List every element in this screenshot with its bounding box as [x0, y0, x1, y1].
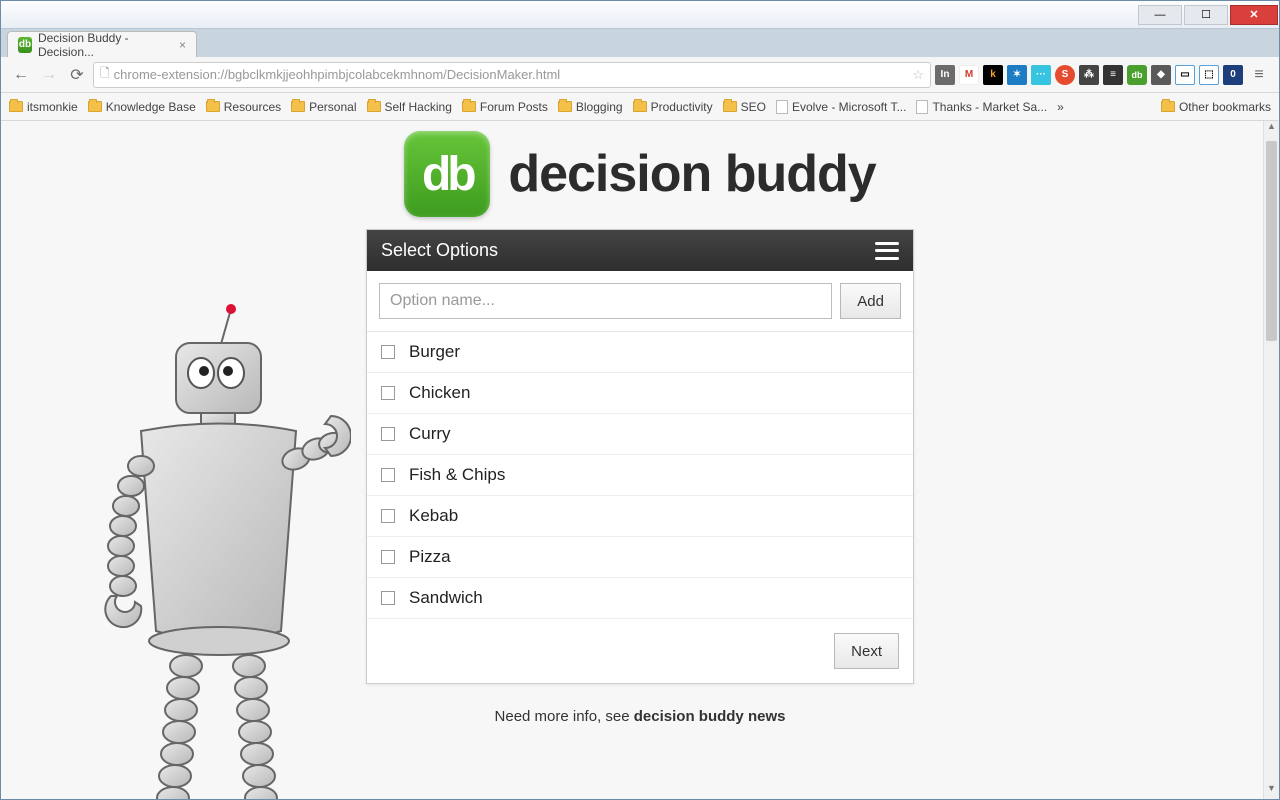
reload-button[interactable]: ⟳	[65, 63, 89, 87]
bookmark-link[interactable]: Evolve - Microsoft T...	[776, 100, 906, 114]
next-button[interactable]: Next	[834, 633, 899, 669]
bookmark-folder[interactable]: itsmonkie	[9, 100, 78, 114]
window-titlebar: — ☐ ✕	[1, 1, 1279, 29]
option-row[interactable]: Curry	[367, 414, 913, 455]
ext-icon[interactable]: ◆	[1151, 65, 1171, 85]
bookmarks-bar: itsmonkie Knowledge Base Resources Perso…	[1, 93, 1279, 121]
option-label: Sandwich	[409, 588, 483, 608]
bookmark-folder[interactable]: SEO	[723, 100, 766, 114]
option-row[interactable]: Fish & Chips	[367, 455, 913, 496]
bookmark-folder[interactable]: Knowledge Base	[88, 100, 196, 114]
ext-icon[interactable]: 0	[1223, 65, 1243, 85]
tab-strip: db Decision Buddy - Decision... ×	[1, 29, 1279, 57]
option-label: Burger	[409, 342, 460, 362]
tab-close-icon[interactable]: ×	[179, 38, 186, 52]
ext-icon[interactable]: S	[1055, 65, 1075, 85]
option-label: Pizza	[409, 547, 451, 567]
scroll-down-icon[interactable]: ▼	[1264, 783, 1279, 799]
vertical-scrollbar[interactable]: ▲ ▼	[1263, 121, 1279, 799]
ext-icon[interactable]: ▭	[1175, 65, 1195, 85]
option-label: Fish & Chips	[409, 465, 505, 485]
checkbox[interactable]	[381, 427, 395, 441]
checkbox[interactable]	[381, 345, 395, 359]
panel-title: Select Options	[381, 240, 498, 261]
maximize-button[interactable]: ☐	[1184, 5, 1228, 25]
help-link[interactable]: decision buddy news	[634, 708, 786, 725]
back-button[interactable]: ←	[9, 63, 33, 87]
bookmark-overflow[interactable]: »	[1057, 100, 1064, 114]
ext-icon[interactable]: k	[983, 65, 1003, 85]
option-row[interactable]: Sandwich	[367, 578, 913, 619]
checkbox[interactable]	[381, 591, 395, 605]
panel-menu-icon[interactable]	[875, 242, 899, 260]
scroll-thumb[interactable]	[1266, 141, 1277, 341]
bookmark-folder[interactable]: Forum Posts	[462, 100, 548, 114]
address-bar[interactable]: 🗋 chrome-extension://bgbclkmkjjeohhpimbj…	[93, 62, 931, 88]
ext-icon[interactable]: M	[959, 65, 979, 85]
page-icon: 🗋	[100, 64, 110, 85]
minimize-button[interactable]: —	[1138, 5, 1182, 25]
add-button[interactable]: Add	[840, 283, 901, 319]
option-row[interactable]: Burger	[367, 332, 913, 373]
bookmark-folder[interactable]: Productivity	[633, 100, 713, 114]
logo-text: decision buddy	[508, 144, 875, 204]
app-logo: db decision buddy	[21, 131, 1259, 217]
option-row[interactable]: Pizza	[367, 537, 913, 578]
page-viewport: db decision buddy	[1, 121, 1279, 799]
options-panel: Select Options Add Burger Chicken Curry …	[366, 229, 914, 684]
extension-icons: In M k ✶ ··· S ⁂ ≡ db ◆ ▭ ⬚ 0 ≡	[935, 63, 1271, 87]
panel-header: Select Options	[367, 230, 913, 271]
bookmark-folder[interactable]: Resources	[206, 100, 281, 114]
url-text: chrome-extension://bgbclkmkjjeohhpimbjco…	[114, 67, 561, 82]
scroll-up-icon[interactable]: ▲	[1264, 121, 1279, 137]
close-button[interactable]: ✕	[1230, 5, 1278, 25]
browser-window: — ☐ ✕ db Decision Buddy - Decision... × …	[0, 0, 1280, 800]
tab-favicon: db	[18, 37, 32, 53]
ext-icon[interactable]: ⁂	[1079, 65, 1099, 85]
other-bookmarks[interactable]: Other bookmarks	[1161, 100, 1271, 114]
ext-icon[interactable]: In	[935, 65, 955, 85]
bookmark-folder[interactable]: Personal	[291, 100, 356, 114]
checkbox[interactable]	[381, 550, 395, 564]
browser-tab[interactable]: db Decision Buddy - Decision... ×	[7, 31, 197, 57]
browser-toolbar: ← → ⟳ 🗋 chrome-extension://bgbclkmkjjeoh…	[1, 57, 1279, 93]
ext-icon[interactable]: ···	[1031, 65, 1051, 85]
bookmark-star-icon[interactable]: ☆	[912, 67, 924, 83]
bookmark-folder[interactable]: Blogging	[558, 100, 623, 114]
checkbox[interactable]	[381, 468, 395, 482]
logo-icon: db	[404, 131, 490, 217]
chrome-menu-icon[interactable]: ≡	[1247, 63, 1271, 87]
option-label: Kebab	[409, 506, 458, 526]
option-label: Curry	[409, 424, 451, 444]
option-row[interactable]: Chicken	[367, 373, 913, 414]
forward-button[interactable]: →	[37, 63, 61, 87]
option-name-input[interactable]	[379, 283, 832, 319]
option-row[interactable]: Kebab	[367, 496, 913, 537]
ext-icon[interactable]: db	[1127, 65, 1147, 85]
ext-icon[interactable]: ⬚	[1199, 65, 1219, 85]
checkbox[interactable]	[381, 509, 395, 523]
ext-icon[interactable]: ≡	[1103, 65, 1123, 85]
ext-icon[interactable]: ✶	[1007, 65, 1027, 85]
bookmark-link[interactable]: Thanks - Market Sa...	[916, 100, 1047, 114]
bookmark-folder[interactable]: Self Hacking	[367, 100, 452, 114]
option-label: Chicken	[409, 383, 470, 403]
robot-mascot	[71, 301, 351, 799]
tab-title: Decision Buddy - Decision...	[38, 31, 169, 59]
checkbox[interactable]	[381, 386, 395, 400]
